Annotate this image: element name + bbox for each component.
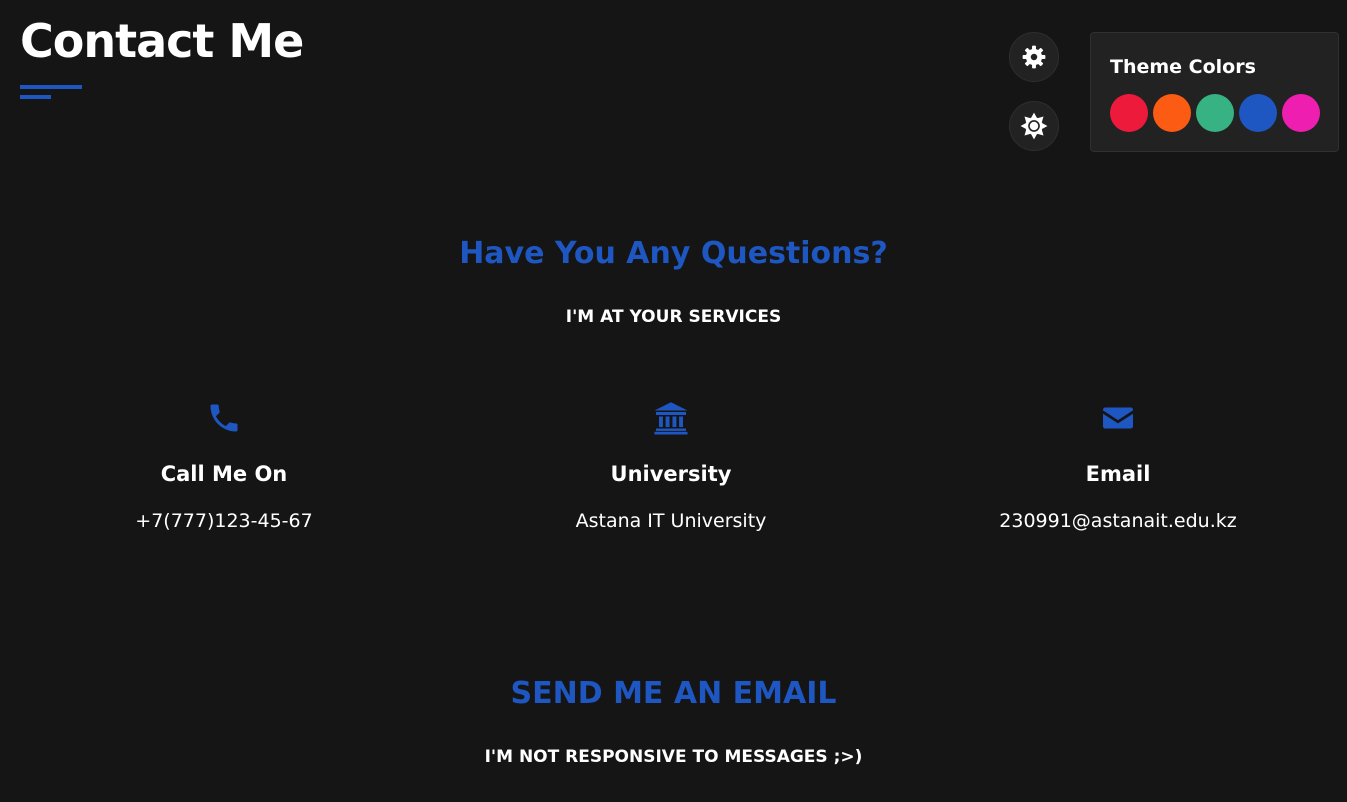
- theme-swatch-blue[interactable]: [1239, 94, 1277, 132]
- send-email-subheading: I'M NOT RESPONSIVE TO MESSAGES ;>): [484, 747, 863, 767]
- contact-card-title: University: [610, 462, 732, 486]
- theme-swatches: [1110, 94, 1320, 132]
- page-title: Contact Me: [20, 14, 304, 68]
- contact-card-phone: Call Me On +7(777)123-45-67: [24, 400, 424, 532]
- contact-card-title: Call Me On: [160, 462, 288, 486]
- contact-card-university: University Astana IT University: [471, 400, 871, 532]
- theme-swatch-orange[interactable]: [1153, 94, 1191, 132]
- title-underline-long: [20, 85, 82, 89]
- contact-page: Contact Me Theme Colors Have You Any Que…: [0, 0, 1347, 802]
- university-name: Astana IT University: [575, 510, 767, 532]
- theme-colors-panel: Theme Colors: [1090, 32, 1339, 152]
- contact-card-email: Email 230991@astanait.edu.kz: [918, 400, 1318, 532]
- contact-card-title: Email: [1085, 462, 1151, 486]
- phone-icon: [24, 400, 424, 446]
- gear-icon: [1022, 45, 1046, 69]
- settings-toggle-button[interactable]: [1009, 32, 1059, 82]
- theme-mode-toggle-button[interactable]: [1009, 101, 1059, 151]
- phone-number[interactable]: +7(777)123-45-67: [24, 510, 424, 532]
- theme-swatch-red[interactable]: [1110, 94, 1148, 132]
- theme-swatch-pink[interactable]: [1282, 94, 1320, 132]
- questions-heading: Have You Any Questions?: [459, 236, 888, 271]
- email-address[interactable]: 230991@astanait.edu.kz: [918, 510, 1318, 532]
- university-icon: [471, 400, 871, 446]
- send-email-heading: SEND ME AN EMAIL: [510, 676, 837, 711]
- envelope-icon: [918, 400, 1318, 446]
- theme-swatch-green[interactable]: [1196, 94, 1234, 132]
- title-underline-short: [20, 95, 51, 99]
- theme-colors-title: Theme Colors: [1110, 56, 1256, 78]
- questions-subheading: I'M AT YOUR SERVICES: [565, 307, 782, 327]
- sun-icon: [1020, 112, 1048, 140]
